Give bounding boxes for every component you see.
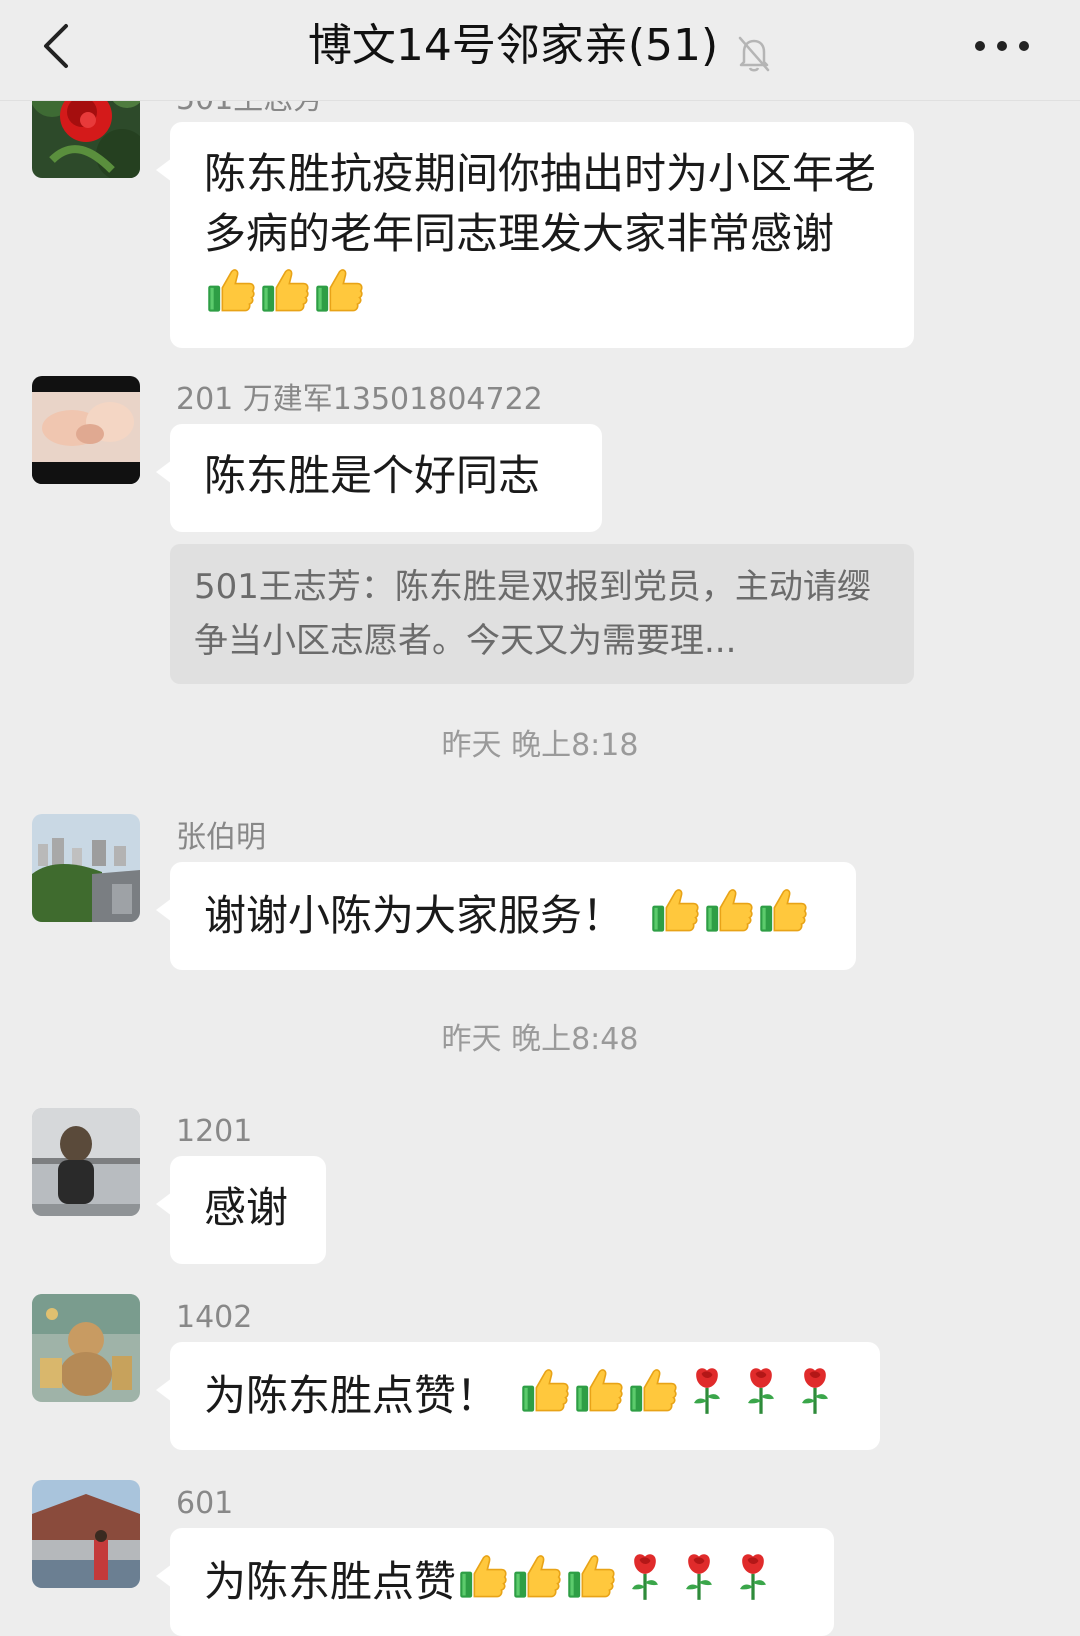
quoted-message[interactable]: 501王志芳：陈东胜是双报到党员，主动请缨争当小区志愿者。今天又为需要理... [170, 544, 914, 684]
rose-icon [672, 1550, 726, 1602]
thumbs-up-icon [626, 1364, 680, 1416]
thumbs-up-icon [756, 884, 810, 936]
thumbs-up-icon [564, 1550, 618, 1602]
chat-title-bar: 博文14号邻家亲(51) [0, 14, 1080, 78]
timestamp: 昨天 晚上8:48 [441, 1022, 639, 1057]
sender-name: 1201 [176, 1114, 253, 1149]
thumbs-up-icon [312, 264, 366, 316]
avatar[interactable] [32, 376, 140, 484]
chat-header: 博文14号邻家亲(51) [0, 0, 1080, 101]
chat-title: 博文14号邻家亲(51) [307, 20, 719, 71]
message-bubble[interactable]: 谢谢小陈为大家服务！ [156, 862, 856, 970]
sender-name: 张伯明 [176, 820, 266, 855]
message-text: 为陈东胜点赞！ [204, 1371, 499, 1420]
avatar[interactable] [32, 814, 140, 922]
message-text: 陈东胜是个好同志 [204, 451, 541, 500]
message-bubble[interactable]: 为陈东胜点赞 [156, 1528, 834, 1636]
message-bubble[interactable]: 感谢 [156, 1156, 326, 1264]
rose-icon [680, 1364, 734, 1416]
thumbs-up-icon [648, 884, 702, 936]
message-bubble[interactable]: 为陈东胜点赞！ [156, 1342, 880, 1450]
message-text: 陈东胜抗疫期间你抽出时为小区年老多病的老年同志理发大家非常感谢 [204, 149, 877, 258]
rose-icon [788, 1364, 842, 1416]
message-text: 为陈东胜点赞 [204, 1557, 457, 1606]
bell-off-icon [736, 28, 772, 72]
timestamp: 昨天 晚上8:18 [441, 728, 639, 763]
emoji-group [456, 1557, 780, 1606]
thumbs-up-icon [702, 884, 756, 936]
avatar[interactable] [32, 1294, 140, 1402]
emoji-group [204, 271, 366, 320]
message-bubble[interactable]: 陈东胜是个好同志 [156, 424, 602, 532]
message-text: 感谢 [204, 1183, 289, 1232]
thumbs-up-icon [518, 1364, 572, 1416]
message-text: 谢谢小陈为大家服务！ [204, 891, 625, 940]
avatar[interactable] [32, 1480, 140, 1588]
rose-icon [734, 1364, 788, 1416]
thumbs-up-icon [510, 1550, 564, 1602]
emoji-group [518, 1371, 842, 1420]
sender-name: 601 [176, 1486, 234, 1521]
thumbs-up-icon [258, 264, 312, 316]
sender-name: 201 万建军13501804722 [176, 382, 543, 417]
quoted-text: 501王志芳：陈东胜是双报到党员，主动请缨争当小区志愿者。今天又为需要理... [194, 567, 871, 661]
rose-icon [726, 1550, 780, 1602]
thumbs-up-icon [456, 1550, 510, 1602]
message-bubble[interactable]: 陈东胜抗疫期间你抽出时为小区年老多病的老年同志理发大家非常感谢 [156, 122, 914, 348]
thumbs-up-icon [572, 1364, 626, 1416]
avatar[interactable] [32, 1108, 140, 1216]
rose-icon [618, 1550, 672, 1602]
thumbs-up-icon [204, 264, 258, 316]
emoji-group [648, 891, 810, 940]
sender-name: 1402 [176, 1300, 253, 1335]
chat-area[interactable]: 501王志芳 陈东胜抗疫期间你抽出时为小区年老多病的老年同志理发大家非常感谢 2… [0, 0, 1080, 1636]
more-dots-icon[interactable] [972, 38, 1032, 52]
